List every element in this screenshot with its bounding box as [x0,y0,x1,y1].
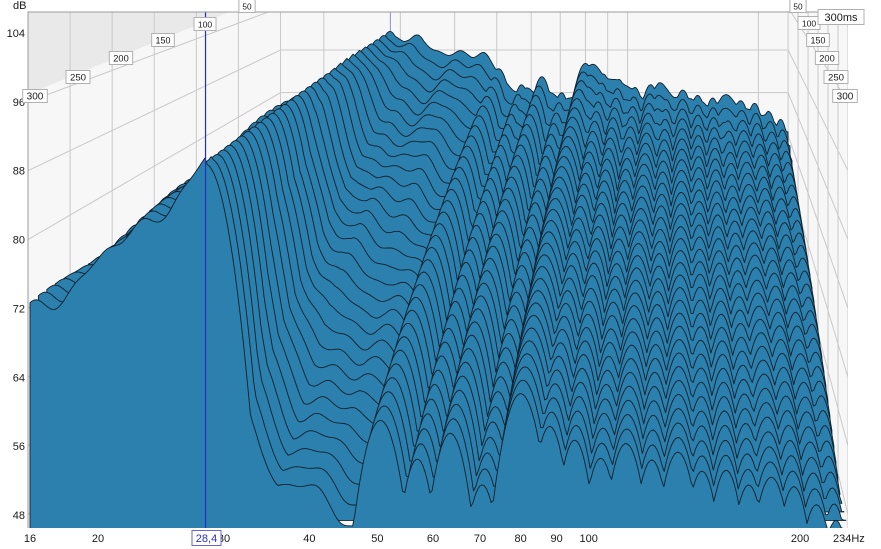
time-tick-label-right: 250 [828,73,844,84]
x-tick-label: 90 [550,533,562,545]
x-tick-label: 60 [427,533,439,545]
y-tick-label: 88 [13,166,25,178]
rew-waterfall-panel: dB 104 96 88 80 72 64 56 48 16 20 30 40 50 60 70 80 90 100… [0,0,881,549]
x-tick-label: 40 [303,533,315,545]
time-tick-label-right: 150 [811,36,826,46]
y-tick-label: 104 [7,28,25,40]
x-tick-label: 100 [580,533,598,545]
y-tick-label: 64 [13,372,25,384]
x-tick-label: 70 [474,533,486,545]
y-axis-title: dB [13,0,26,12]
time-tick-label-left: 200 [113,54,129,64]
y-tick-label: 56 [13,441,25,453]
time-tick-label-left: 50 [242,3,252,12]
time-tick-label-right: 300 [837,92,854,103]
time-tick-label-left: 250 [70,73,86,84]
x-tick-label: 80 [515,533,527,545]
time-tick-label-right: 100 [802,19,817,29]
y-tick-label: 72 [13,303,25,315]
time-tick-label-right: 50 [793,3,803,12]
waterfall-chart: dB1049688807264564816 20 30 40 50 60 70 80 90 100… [7,0,865,546]
time-tick-label-left: 150 [156,36,171,46]
x-tick-label: 234Hz [833,533,865,545]
cursor-readout-value: 28,4 [196,533,217,545]
y-tick-label: 48 [13,510,25,522]
x-tick-label: 50 [371,533,383,545]
time-tick-label-left: 300 [27,92,44,103]
y-tick-label: 80 [13,235,25,247]
x-tick-label: 20 [92,533,104,545]
time-tick-label-left: 100 [198,20,213,30]
time-axis-title: 300ms [824,12,858,24]
time-tick-label-right: 200 [819,54,835,64]
x-tick-label: 200 [791,533,809,545]
x-tick-label: 16 [24,533,36,545]
